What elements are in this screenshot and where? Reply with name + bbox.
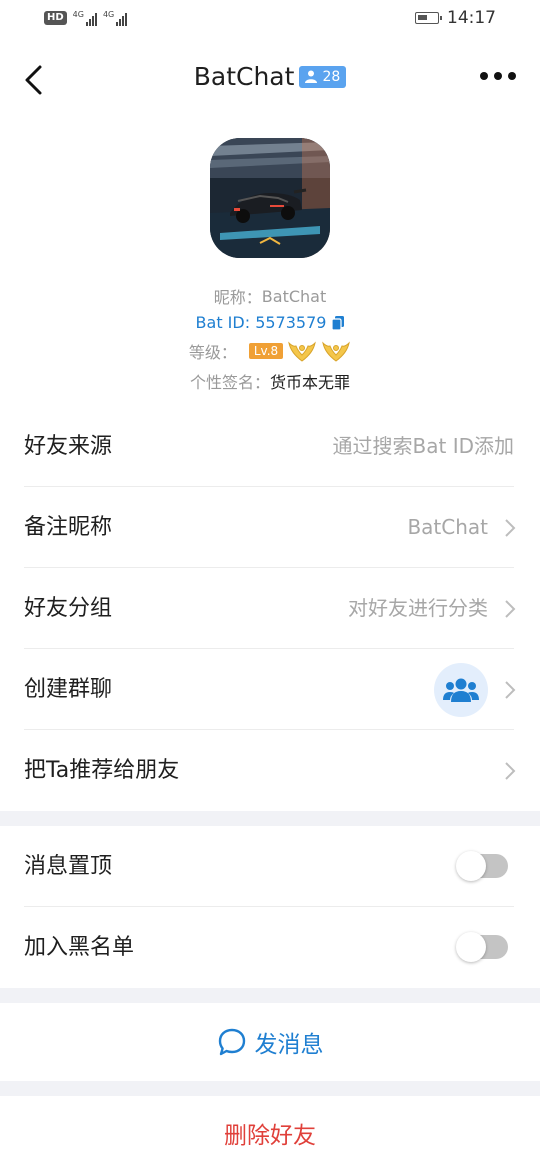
nickname-label: 昵称： xyxy=(213,288,262,307)
level-label: 等级： xyxy=(188,343,237,362)
signal-icon-2: 4G xyxy=(102,10,128,26)
row-label: 创建群聊 xyxy=(24,677,113,702)
bat-id: Bat ID: 5573579 xyxy=(195,313,327,332)
send-message-label: 发消息 xyxy=(254,1032,324,1058)
row-label: 消息置顶 xyxy=(24,854,113,879)
recommend-friend-row[interactable]: 把Ta推荐给朋友 xyxy=(0,730,540,811)
bat-wing-icon xyxy=(288,341,316,362)
chevron-right-icon xyxy=(505,762,516,780)
create-group-chat-row[interactable]: 创建群聊 xyxy=(0,649,540,730)
profile-card: 昵称： BatChat Bat ID: 5573579 等级： Lv.8 个性签… xyxy=(0,120,540,410)
row-value: BatChat xyxy=(407,515,488,539)
clock: 14:17 xyxy=(447,8,496,28)
row-label: 把Ta推荐给朋友 xyxy=(24,758,180,783)
network-type-label: 4G xyxy=(72,10,84,19)
nickname-line: 昵称： BatChat xyxy=(0,284,540,308)
status-bar-left: HD 4G 4G xyxy=(44,10,128,26)
pin-chat-toggle[interactable] xyxy=(456,851,508,881)
blacklist-row: 加入黑名单 xyxy=(0,907,540,988)
page-title-group: BatChat 28 xyxy=(0,62,540,91)
friend-source-row: 好友来源 通过搜索Bat ID添加 xyxy=(0,406,540,487)
row-label: 备注昵称 xyxy=(24,515,113,540)
remark-nickname-row[interactable]: 备注昵称 BatChat xyxy=(0,487,540,568)
more-icon[interactable] xyxy=(480,72,516,80)
chevron-right-icon xyxy=(505,681,516,699)
network-type-label-2: 4G xyxy=(102,10,115,19)
chevron-right-icon xyxy=(505,519,516,537)
battery-icon xyxy=(415,12,442,24)
member-count: 28 xyxy=(322,68,341,85)
send-message-button[interactable]: 发消息 xyxy=(0,1003,540,1081)
member-count-badge: 28 xyxy=(299,65,347,88)
row-value: 通过搜索Bat ID添加 xyxy=(332,434,514,458)
signature-line: 个性签名： 货币本无罪 xyxy=(0,369,540,393)
chat-bubble-icon xyxy=(218,1028,245,1056)
row-label: 好友来源 xyxy=(24,434,113,459)
bat-id-line[interactable]: Bat ID: 5573579 xyxy=(0,313,540,332)
level-badge: Lv.8 xyxy=(248,343,284,359)
row-label: 加入黑名单 xyxy=(24,935,135,960)
status-bar-right: 14:17 xyxy=(415,8,496,28)
friend-group-row[interactable]: 好友分组 对好友进行分类 xyxy=(0,568,540,649)
signature-value: 货币本无罪 xyxy=(270,373,351,392)
signature-label: 个性签名： xyxy=(189,373,270,392)
toggle-settings-list: 消息置顶 加入黑名单 xyxy=(0,826,540,988)
nickname-value: BatChat xyxy=(261,286,327,306)
group-icon xyxy=(434,663,488,717)
page-title: BatChat xyxy=(193,62,295,91)
blacklist-toggle[interactable] xyxy=(456,932,508,962)
copy-icon[interactable] xyxy=(332,315,345,330)
row-value: 对好友进行分类 xyxy=(348,596,488,620)
nav-bar: BatChat 28 xyxy=(0,40,540,120)
level-line: 等级： Lv.8 xyxy=(0,339,540,363)
pin-chat-row: 消息置顶 xyxy=(0,826,540,907)
bat-wing-icon-2 xyxy=(322,341,350,362)
avatar[interactable] xyxy=(210,138,330,258)
person-icon xyxy=(305,70,318,83)
row-label: 好友分组 xyxy=(24,596,113,621)
status-bar: HD 4G 4G 14:17 xyxy=(0,0,540,40)
friend-settings-list: 好友来源 通过搜索Bat ID添加 备注昵称 BatChat 好友分组 对好友进… xyxy=(0,406,540,811)
chevron-right-icon xyxy=(505,600,516,618)
signal-icon: 4G xyxy=(73,10,97,26)
delete-friend-label: 删除好友 xyxy=(224,1123,316,1149)
delete-friend-button[interactable]: 删除好友 xyxy=(0,1096,540,1170)
hd-indicator: HD xyxy=(44,11,67,25)
